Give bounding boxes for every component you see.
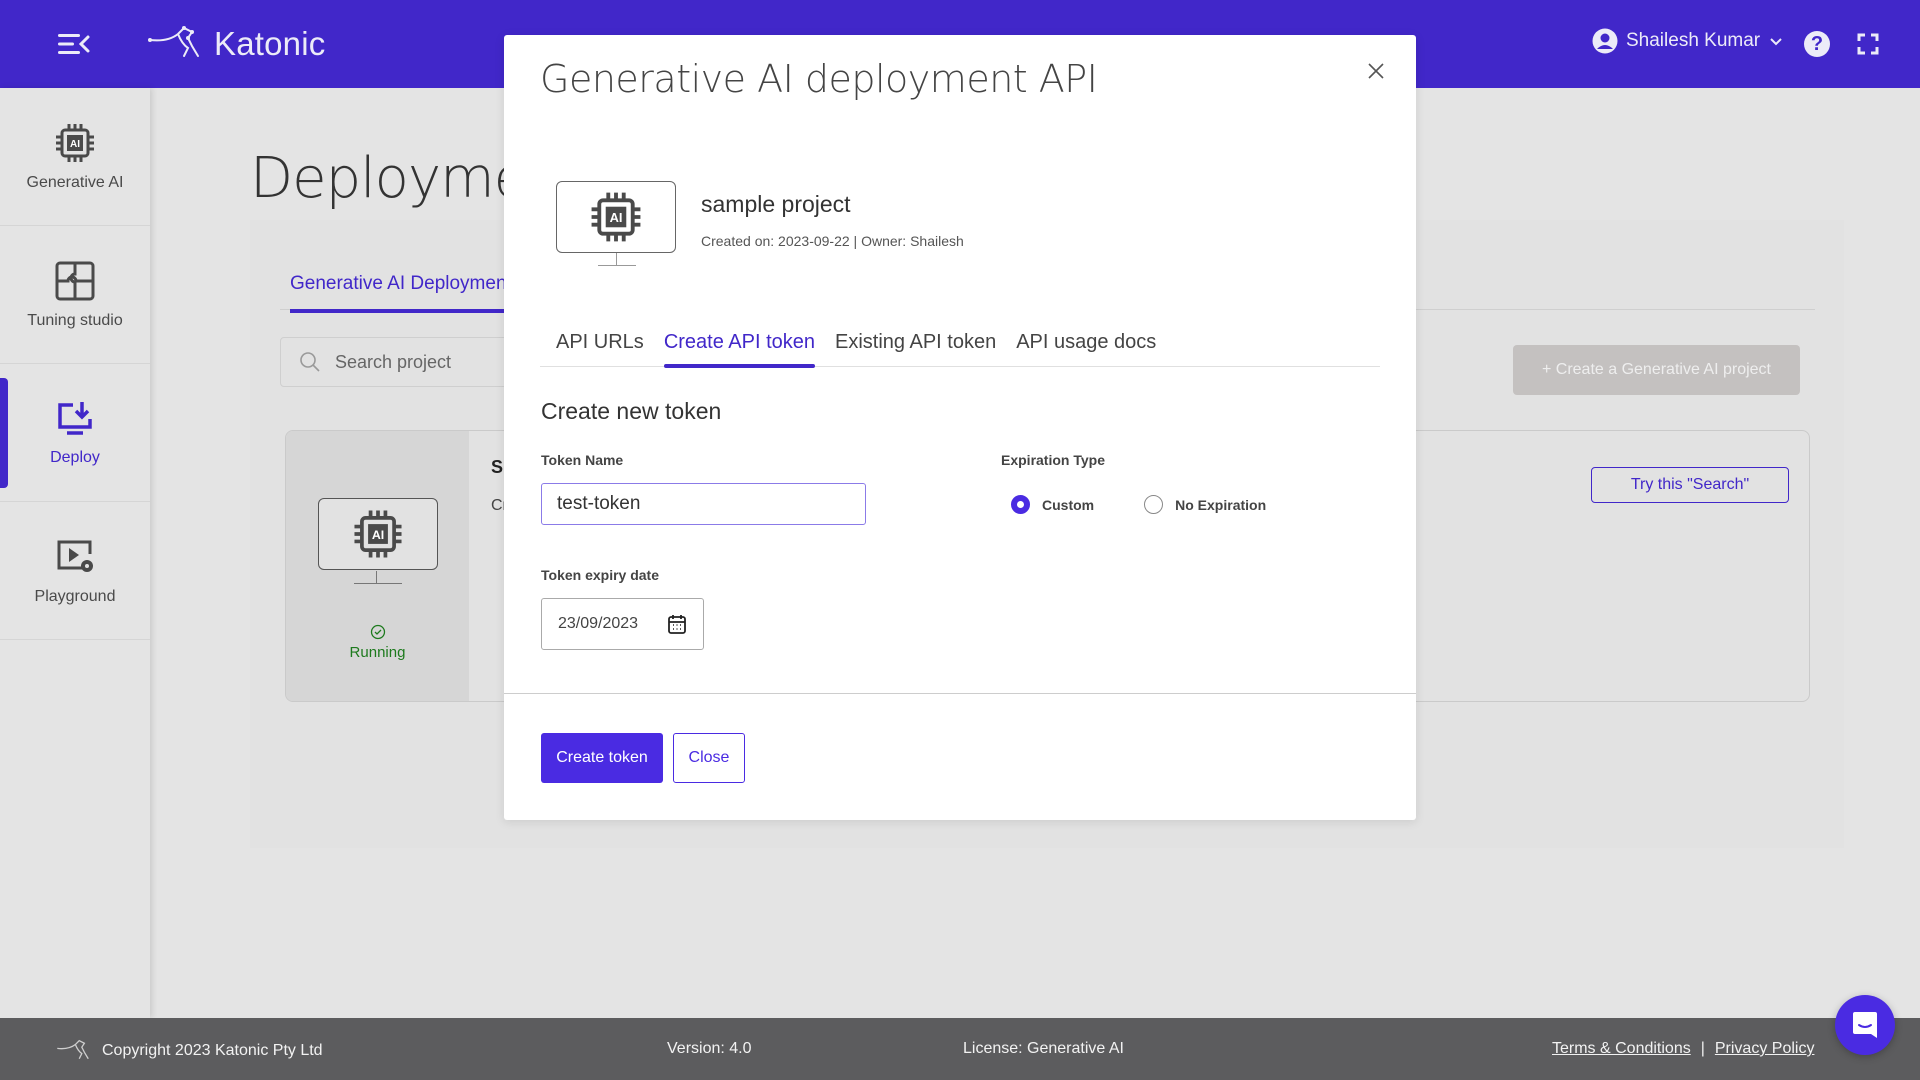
- close-button[interactable]: Close: [673, 733, 745, 783]
- radio-label: Custom: [1042, 496, 1095, 513]
- token-name-input[interactable]: [541, 483, 866, 525]
- monitor-stand-base: [598, 265, 636, 266]
- create-token-button[interactable]: Create token: [541, 733, 663, 783]
- project-name: sample project: [701, 191, 851, 217]
- radio-checked-icon: [1011, 495, 1030, 514]
- tab-existing-api-token[interactable]: Existing API token: [835, 325, 996, 367]
- radio-no-expiration[interactable]: No Expiration: [1144, 495, 1266, 514]
- modal-divider: [504, 693, 1416, 694]
- expiration-type-label: Expiration Type: [1001, 452, 1105, 468]
- tab-api-usage-docs[interactable]: API usage docs: [1016, 325, 1156, 367]
- token-expiry-date-input[interactable]: 23/09/2023: [541, 598, 704, 650]
- modal-tabs: API URLs Create API token Existing API t…: [540, 325, 1380, 368]
- section-title: Create new token: [541, 398, 722, 424]
- token-name-label: Token Name: [541, 452, 624, 468]
- calendar-icon[interactable]: [667, 613, 687, 635]
- project-monitor-icon: AI: [556, 181, 676, 253]
- close-icon[interactable]: [1364, 59, 1388, 83]
- date-value: 23/09/2023: [558, 615, 639, 632]
- tab-api-urls[interactable]: API URLs: [556, 325, 644, 367]
- svg-text:AI: AI: [610, 210, 623, 225]
- project-meta: Created on: 2023-09-22 | Owner: Shailesh: [701, 233, 964, 249]
- radio-unchecked-icon: [1144, 495, 1164, 514]
- modal-title: Generative AI deployment API: [540, 57, 1098, 101]
- expiration-type-radio-group: Custom No Expiration: [1011, 495, 1266, 514]
- chat-icon: [1853, 1012, 1877, 1038]
- chat-widget-button[interactable]: [1835, 995, 1895, 1055]
- ai-chip-icon: AI: [591, 192, 641, 242]
- api-modal: Generative AI deployment API AI sample p…: [504, 35, 1416, 820]
- radio-custom[interactable]: Custom: [1011, 495, 1094, 514]
- tab-create-api-token[interactable]: Create API token: [663, 325, 816, 368]
- token-expiry-date-label: Token expiry date: [541, 567, 660, 583]
- radio-label: No Expiration: [1175, 496, 1267, 513]
- monitor-stand: [616, 253, 617, 265]
